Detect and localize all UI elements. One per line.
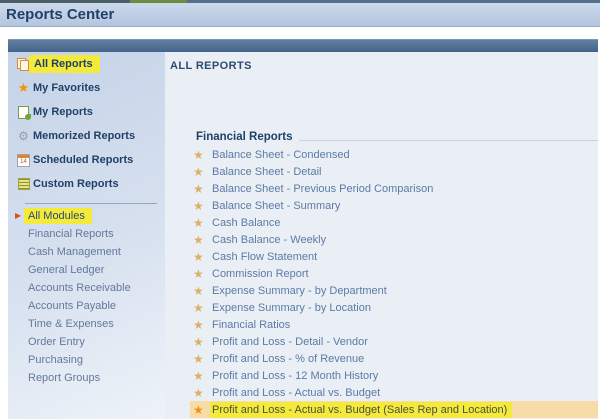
favorite-star-icon[interactable]: ★ xyxy=(193,387,205,399)
favorite-star-icon[interactable]: ★ xyxy=(193,404,205,416)
favorite-star-icon[interactable]: ★ xyxy=(193,319,205,331)
sidebar-module-label: Cash Management xyxy=(28,246,121,258)
sidebar-item-label: All Reports xyxy=(29,55,100,73)
memorized-gear-icon: ⚙ xyxy=(18,130,29,142)
report-link[interactable]: Balance Sheet - Detail xyxy=(212,166,321,178)
report-row: ★ Profit and Loss - Actual vs. Budget (S… xyxy=(190,401,598,418)
sidebar-item-label: Scheduled Reports xyxy=(33,154,133,166)
selected-arrow-icon: ▶ xyxy=(15,211,21,221)
sidebar-module-order-entry[interactable]: ▶ Order Entry xyxy=(8,333,165,351)
page-header: Reports Center xyxy=(0,3,600,27)
favorite-star-icon[interactable]: ★ xyxy=(193,200,205,212)
sidebar-module-cash-management[interactable]: ▶ Cash Management xyxy=(8,243,165,261)
custom-reports-list-icon xyxy=(18,178,30,190)
page-title: Reports Center xyxy=(0,3,600,26)
content-heading: ALL REPORTS xyxy=(170,60,252,72)
sidebar-module-general-ledger[interactable]: ▶ General Ledger xyxy=(8,261,165,279)
favorite-star-icon[interactable]: ★ xyxy=(193,302,205,314)
sidebar-module-label: Report Groups xyxy=(28,372,100,384)
sidebar-item-label: Memorized Reports xyxy=(33,130,135,142)
favorite-star-icon[interactable]: ★ xyxy=(193,353,205,365)
sidebar-module-accounts-payable[interactable]: ▶ Accounts Payable xyxy=(8,297,165,315)
report-row: ★ Expense Summary - by Department xyxy=(190,282,598,299)
report-row: ★ Cash Flow Statement xyxy=(190,248,598,265)
sidebar-item-label: My Reports xyxy=(33,106,93,118)
sidebar-module-label: Accounts Payable xyxy=(28,300,116,312)
report-row: ★ Balance Sheet - Detail xyxy=(190,163,598,180)
report-row: ★ Profit and Loss - Actual vs. Budget xyxy=(190,384,598,401)
report-link[interactable]: Expense Summary - by Location xyxy=(212,302,371,314)
favorite-star-icon[interactable]: ★ xyxy=(193,251,205,263)
favorite-star-icon[interactable]: ★ xyxy=(193,268,205,280)
sidebar-module-report-groups[interactable]: ▶ Report Groups xyxy=(8,369,165,387)
sidebar-item-my-reports[interactable]: My Reports xyxy=(8,100,165,124)
sidebar-item-label: My Favorites xyxy=(33,82,100,94)
report-link[interactable]: Cash Balance - Weekly xyxy=(212,234,326,246)
favorite-star-icon[interactable]: ★ xyxy=(193,183,205,195)
favorite-star-icon[interactable]: ★ xyxy=(193,285,205,297)
sidebar-module-label: Financial Reports xyxy=(28,228,114,240)
report-link[interactable]: Cash Flow Statement xyxy=(212,251,317,263)
sidebar-module-time-expenses[interactable]: ▶ Time & Expenses xyxy=(8,315,165,333)
sidebar-item-scheduled-reports[interactable]: Scheduled Reports xyxy=(8,148,165,172)
sidebar-module-accounts-receivable[interactable]: ▶ Accounts Receivable xyxy=(8,279,165,297)
content-header-bar xyxy=(8,39,598,53)
sidebar-module-purchasing[interactable]: ▶ Purchasing xyxy=(8,351,165,369)
sidebar-module-label: Purchasing xyxy=(28,354,83,366)
sidebar-module-label: Order Entry xyxy=(28,336,85,348)
report-row: ★ Profit and Loss - Detail - Vendor xyxy=(190,333,598,350)
sidebar-item-label: Custom Reports xyxy=(33,178,119,190)
report-link[interactable]: Expense Summary - by Department xyxy=(212,285,387,297)
sidebar-module-label: General Ledger xyxy=(28,264,104,276)
sidebar-module-financial-reports[interactable]: ▶ Financial Reports xyxy=(8,225,165,243)
sidebar-item-my-favorites[interactable]: ★ My Favorites xyxy=(8,76,165,100)
report-link[interactable]: Commission Report xyxy=(212,268,309,280)
report-row: ★ Balance Sheet - Summary xyxy=(190,197,598,214)
report-link[interactable]: Cash Balance xyxy=(212,217,281,229)
sidebar-module-label: Time & Expenses xyxy=(28,318,114,330)
all-reports-pages-icon xyxy=(17,58,30,71)
reports-center-window: Reports Center All Reports ★ My Favorite… xyxy=(0,0,600,419)
report-row: ★ Financial Ratios xyxy=(190,316,598,333)
sidebar: All Reports ★ My Favorites My Reports ⚙ … xyxy=(8,52,165,419)
report-row: ★ Cash Balance xyxy=(190,214,598,231)
favorites-star-icon: ★ xyxy=(18,82,30,95)
report-link[interactable]: Profit and Loss - 12 Month History xyxy=(212,370,378,382)
report-link[interactable]: Profit and Loss - Detail - Vendor xyxy=(212,336,368,348)
sidebar-item-all-reports[interactable]: All Reports xyxy=(8,52,165,76)
favorite-star-icon[interactable]: ★ xyxy=(193,149,205,161)
scheduled-calendar-icon xyxy=(17,154,30,167)
sidebar-module-label: Accounts Receivable xyxy=(28,282,131,294)
report-row: ★ Balance Sheet - Previous Period Compar… xyxy=(190,180,598,197)
favorite-star-icon[interactable]: ★ xyxy=(193,217,205,229)
report-row: ★ Profit and Loss - % of Revenue xyxy=(190,350,598,367)
favorite-star-icon[interactable]: ★ xyxy=(193,166,205,178)
report-link[interactable]: Balance Sheet - Condensed xyxy=(212,149,350,161)
report-row: ★ Cash Balance - Weekly xyxy=(190,231,598,248)
report-row: ★ Expense Summary - by Location xyxy=(190,299,598,316)
report-link[interactable]: Profit and Loss - Actual vs. Budget (Sal… xyxy=(210,402,512,418)
report-link[interactable]: Profit and Loss - % of Revenue xyxy=(212,353,364,365)
report-link[interactable]: Financial Ratios xyxy=(212,319,290,331)
report-list: ★ Balance Sheet - Condensed ★ Balance Sh… xyxy=(190,93,598,419)
favorite-star-icon[interactable]: ★ xyxy=(193,336,205,348)
favorite-star-icon[interactable]: ★ xyxy=(193,234,205,246)
sidebar-item-memorized-reports[interactable]: ⚙ Memorized Reports xyxy=(8,124,165,148)
report-row: ★ Profit and Loss - 12 Month History xyxy=(190,367,598,384)
sidebar-main-nav: All Reports ★ My Favorites My Reports ⚙ … xyxy=(8,52,165,196)
report-row: ★ Balance Sheet - Condensed xyxy=(190,146,598,163)
sidebar-module-all-modules[interactable]: ▶ All Modules xyxy=(8,207,165,225)
sidebar-divider xyxy=(25,203,157,204)
sidebar-module-nav: ▶ All Modules ▶ Financial Reports ▶ Cash… xyxy=(8,207,165,387)
main-content: ALL REPORTS Financial Reports ★ Balance … xyxy=(165,52,598,419)
sidebar-item-custom-reports[interactable]: Custom Reports xyxy=(8,172,165,196)
report-link[interactable]: Profit and Loss - Actual vs. Budget xyxy=(212,387,380,399)
my-reports-document-icon xyxy=(18,106,29,119)
report-link[interactable]: Balance Sheet - Previous Period Comparis… xyxy=(212,183,433,195)
sidebar-module-label: All Modules xyxy=(24,208,92,224)
report-row: ★ Commission Report xyxy=(190,265,598,282)
favorite-star-icon[interactable]: ★ xyxy=(193,370,205,382)
report-link[interactable]: Balance Sheet - Summary xyxy=(212,200,340,212)
